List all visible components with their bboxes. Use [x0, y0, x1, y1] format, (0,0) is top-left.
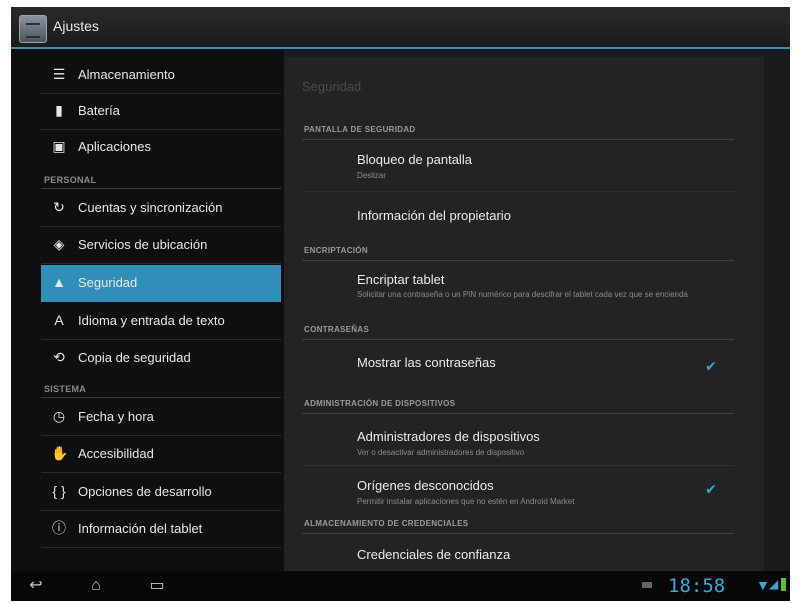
wifi-icon: ▼ — [756, 577, 770, 593]
detail-pane: Seguridad PANTALLA DE SEGURIDAD Bloqueo … — [284, 49, 790, 571]
sidebar-item-aplicaciones[interactable]: ▣ Aplicaciones — [41, 129, 281, 165]
system-navigation-bar: ↩ ⌂ ▭ 18:58 ▼ ◢ — [11, 571, 790, 601]
pref-device-admins[interactable]: Administradores de dispositivos Ver o de… — [302, 415, 734, 466]
sidebar-item-cuentas[interactable]: ↻ Cuentas y sincronización — [41, 190, 281, 227]
pref-show-passwords[interactable]: Mostrar las contraseñas ✔ — [302, 341, 734, 391]
sidebar-item-fecha[interactable]: ◷ Fecha y hora — [41, 399, 281, 436]
sidebar-item-almacenamiento[interactable]: ☰ Almacenamiento — [41, 57, 281, 94]
pref-summary: Deslizar — [357, 171, 386, 180]
settings-app-icon[interactable] — [19, 15, 47, 43]
category-device-admin: ADMINISTRACIÓN DE DISPOSITIVOS — [304, 399, 456, 408]
divider — [302, 339, 734, 340]
divider — [302, 139, 734, 140]
divider — [302, 533, 734, 534]
lock-icon: ▲ — [52, 274, 66, 290]
panel-title: Seguridad — [302, 79, 362, 94]
pref-title: Mostrar las contraseñas — [357, 355, 496, 370]
sidebar-item-label: Información del tablet — [78, 521, 203, 536]
pref-summary: Ver o desactivar administradores de disp… — [357, 448, 525, 457]
category-passwords: CONTRASEÑAS — [304, 325, 370, 334]
backup-icon: ⟲ — [53, 349, 65, 365]
sidebar-item-label: Batería — [78, 103, 120, 118]
checkbox-checked-icon[interactable]: ✔ — [704, 359, 718, 373]
sidebar-item-idioma[interactable]: A Idioma y entrada de texto — [41, 303, 281, 340]
sidebar-item-bateria[interactable]: ▮ Batería — [41, 93, 281, 130]
signal-icon: ◢ — [769, 577, 779, 591]
sidebar-item-label: Seguridad — [78, 275, 138, 290]
status-clock[interactable]: 18:58 — [668, 575, 725, 597]
divider — [302, 413, 734, 414]
checkbox-checked-icon[interactable]: ✔ — [704, 482, 718, 496]
section-header-personal: PERSONAL — [44, 175, 97, 185]
pref-unknown-sources[interactable]: Orígenes desconocidos Permitir instalar … — [302, 466, 734, 514]
battery-status-icon — [781, 578, 786, 591]
braces-icon: { } — [52, 483, 66, 499]
sidebar-item-seguridad[interactable]: ▲ Seguridad — [41, 265, 281, 302]
divider — [302, 260, 734, 261]
language-icon: A — [54, 312, 64, 328]
notification-icon[interactable] — [642, 582, 652, 588]
sidebar-item-accesibilidad[interactable]: ✋ Accesibilidad — [41, 436, 281, 473]
sidebar-item-ubicacion[interactable]: ◈ Servicios de ubicación — [41, 227, 281, 264]
location-icon: ◈ — [53, 236, 65, 252]
category-credential-storage: ALMACENAMIENTO DE CREDENCIALES — [304, 519, 469, 528]
pref-title: Bloqueo de pantalla — [357, 152, 472, 167]
sidebar-item-informacion[interactable]: ⓘ Información del tablet — [41, 511, 281, 548]
pref-summary: Solicitar una contraseña o un PIN numéri… — [357, 290, 688, 299]
divider — [41, 188, 281, 189]
pref-title: Orígenes desconocidos — [357, 478, 494, 493]
sidebar-item-label: Cuentas y sincronización — [78, 200, 223, 215]
sidebar-item-label: Copia de seguridad — [78, 350, 191, 365]
sidebar-item-label: Servicios de ubicación — [78, 237, 208, 252]
home-icon[interactable]: ⌂ — [81, 576, 111, 596]
sidebar-item-label: Opciones de desarrollo — [78, 484, 212, 499]
storage-icon: ☰ — [52, 66, 66, 82]
category-encryption: ENCRIPTACIÓN — [304, 246, 368, 255]
sidebar-item-label: Fecha y hora — [78, 409, 154, 424]
settings-sidebar: ☰ Almacenamiento ▮ Batería ▣ Aplicacione… — [11, 49, 284, 571]
section-header-sistema: SISTEMA — [44, 384, 87, 394]
sidebar-item-desarrollo[interactable]: { } Opciones de desarrollo — [41, 474, 281, 511]
pref-screen-lock[interactable]: Bloqueo de pantalla Deslizar — [302, 141, 734, 192]
pref-trusted-credentials[interactable]: Credenciales de confianza — [302, 535, 734, 569]
sidebar-item-label: Aplicaciones — [78, 139, 151, 154]
sidebar-item-copia[interactable]: ⟲ Copia de seguridad — [41, 340, 281, 376]
apps-icon: ▣ — [52, 138, 66, 154]
action-bar: Ajustes — [11, 7, 790, 49]
pref-title: Administradores de dispositivos — [357, 429, 540, 444]
back-icon[interactable]: ↩ — [23, 576, 49, 596]
pref-encrypt[interactable]: Encriptar tablet Solicitar una contraseñ… — [302, 262, 734, 320]
sidebar-item-label: Almacenamiento — [78, 67, 175, 82]
recent-apps-icon[interactable]: ▭ — [144, 576, 170, 596]
category-screen-security: PANTALLA DE SEGURIDAD — [304, 125, 416, 134]
pref-summary: Permitir instalar aplicaciones que no es… — [357, 497, 575, 506]
sync-icon: ↻ — [53, 199, 65, 215]
screen: Ajustes ☰ Almacenamiento ▮ Batería ▣ Apl… — [11, 7, 790, 601]
sidebar-item-label: Accesibilidad — [78, 446, 154, 461]
info-icon: ⓘ — [52, 520, 66, 536]
security-panel: Seguridad PANTALLA DE SEGURIDAD Bloqueo … — [284, 57, 764, 571]
pref-title: Información del propietario — [357, 208, 511, 223]
clock-icon: ◷ — [52, 408, 66, 424]
pref-title: Credenciales de confianza — [357, 547, 511, 562]
divider — [41, 397, 281, 398]
battery-icon: ▮ — [55, 102, 63, 118]
pref-title: Encriptar tablet — [357, 272, 445, 287]
pref-owner-info[interactable]: Información del propietario — [302, 192, 734, 236]
sidebar-item-label: Idioma y entrada de texto — [78, 313, 225, 328]
app-title: Ajustes — [53, 18, 99, 34]
accessibility-icon: ✋ — [51, 445, 69, 461]
